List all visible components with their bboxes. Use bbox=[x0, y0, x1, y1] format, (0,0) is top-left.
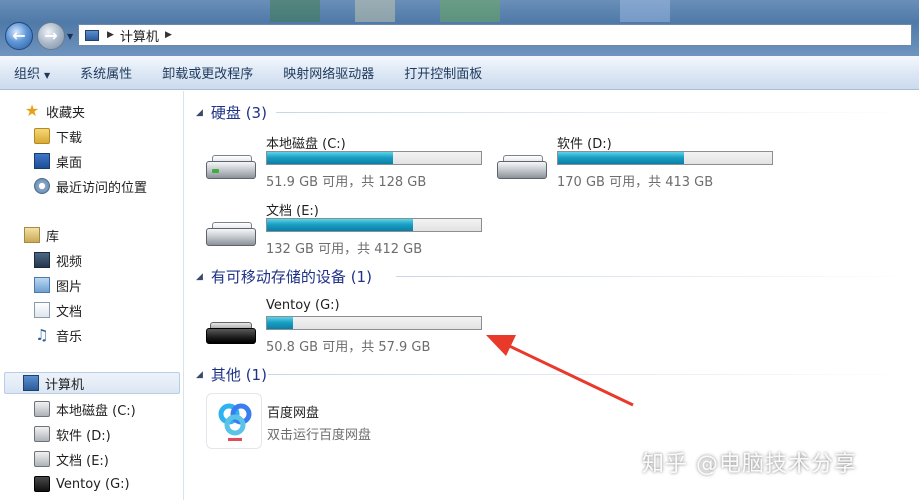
annotation-arrow-shaft bbox=[502, 341, 634, 407]
watermark: 知乎 @电脑技术分享 bbox=[642, 452, 857, 477]
annotation-arrow bbox=[486, 335, 634, 407]
